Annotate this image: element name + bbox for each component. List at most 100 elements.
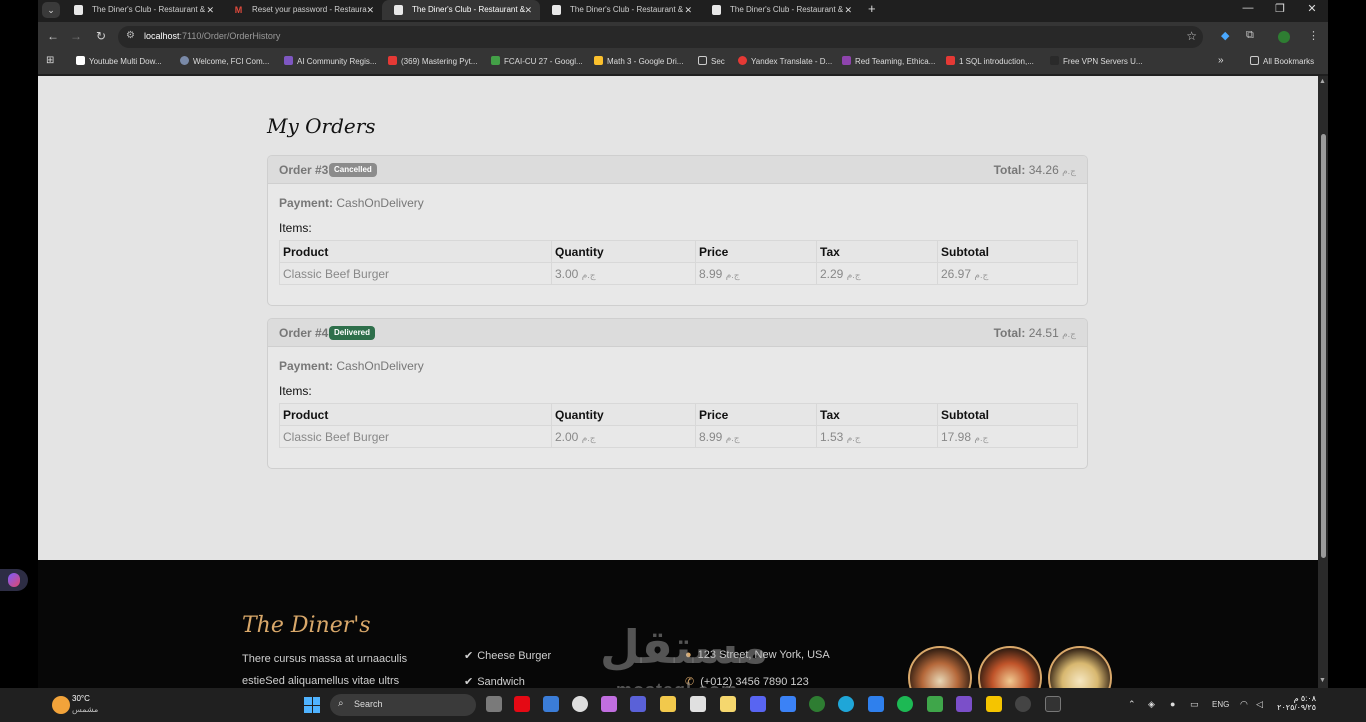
page-viewport: My Orders Order #3 Cancelled Total: 34.2…	[38, 76, 1318, 688]
page-scrollbar[interactable]: ▲ ▼	[1318, 76, 1328, 688]
currency-symbol: ج.م	[581, 432, 596, 443]
watermark-arabic: مستقل	[600, 620, 769, 674]
close-icon[interactable]: ✕	[206, 0, 214, 20]
currency-symbol: ج.م	[581, 269, 596, 280]
url-text[interactable]: localhost:7110/Order/OrderHistory	[144, 31, 280, 41]
task-view-icon[interactable]	[486, 696, 502, 712]
close-icon[interactable]: ✕	[684, 0, 692, 20]
col-tax: Tax	[816, 240, 938, 263]
footer-link-sandwich[interactable]: ✔ Sandwich	[464, 675, 525, 688]
minimize-icon[interactable]: —	[1238, 2, 1258, 14]
window-close-icon[interactable]: ✕	[1302, 2, 1322, 15]
edge-icon[interactable]	[838, 696, 854, 712]
sticky-notes-icon[interactable]	[720, 696, 736, 712]
subtotal-value: 26.97	[941, 266, 972, 281]
address-bar[interactable]: ⚙ localhost:7110/Order/OrderHistory ☆	[118, 26, 1203, 48]
tax-value: 2.29	[820, 266, 844, 281]
scroll-thumb[interactable]	[1321, 134, 1326, 558]
close-icon[interactable]: ✕	[524, 0, 532, 20]
vscode-icon[interactable]	[868, 696, 884, 712]
currency-symbol: ج.م	[725, 432, 740, 443]
todo-icon[interactable]	[780, 696, 796, 712]
currency-symbol: ج.م	[974, 432, 989, 443]
order-number: Order #3	[279, 163, 329, 177]
taskbar-search[interactable]: ⌕ Search	[330, 694, 476, 716]
wifi-icon[interactable]: ◠	[1240, 699, 1248, 710]
back-icon[interactable]: ←	[45, 29, 61, 43]
file-explorer-icon[interactable]	[660, 696, 676, 712]
mail-icon[interactable]	[543, 696, 559, 712]
tab-3-active[interactable]: The Diner's Club - Restaurant & ✕	[382, 0, 540, 20]
total-label: Total:	[993, 163, 1026, 177]
new-tab-icon[interactable]: +	[868, 1, 876, 16]
tab-search-icon[interactable]: ⌄	[42, 2, 60, 18]
tab-2[interactable]: M Reset your password - Restaura ✕	[222, 0, 382, 20]
reload-icon[interactable]: ↻	[93, 29, 109, 43]
copilot-icon[interactable]	[601, 696, 617, 712]
floating-assistant-button[interactable]	[0, 569, 28, 591]
footer-link-cheese-burger[interactable]: ✔ Cheese Burger	[464, 649, 551, 662]
bookmark-7[interactable]: Yandex Translate - D...	[738, 56, 832, 66]
tab-5[interactable]: The Diner's Club - Restaurant & ✕	[700, 0, 860, 20]
bookmark-10[interactable]: Free VPN Servers U...	[1050, 56, 1143, 66]
power-bi-icon[interactable]	[986, 696, 1002, 712]
bookmark-5[interactable]: FCAI-CU 27 - Googl...	[491, 56, 583, 66]
clock-app-icon[interactable]	[572, 696, 588, 712]
bookmark-star-icon[interactable]: ☆	[1186, 29, 1197, 43]
netflix-icon[interactable]	[514, 696, 530, 712]
page-title: My Orders	[267, 114, 376, 138]
visual-studio-icon[interactable]	[956, 696, 972, 712]
page-icon	[552, 5, 561, 15]
tab-4[interactable]: The Diner's Club - Restaurant & ✕	[540, 0, 700, 20]
site-info-icon[interactable]: ⚙	[126, 30, 135, 41]
keyboard-icon[interactable]: ▭	[1190, 699, 1199, 710]
extensions-puzzle-icon[interactable]: ⧉	[1246, 29, 1254, 42]
bookmark-3[interactable]: AI Community Regis...	[284, 56, 377, 66]
tab-label: The Diner's Club - Restaurant &	[730, 5, 844, 14]
spotify-icon[interactable]	[897, 696, 913, 712]
items-label: Items:	[279, 384, 312, 398]
all-bookmarks[interactable]: All Bookmarks	[1250, 56, 1314, 66]
bookmark-6[interactable]: Math 3 - Google Dri...	[594, 56, 683, 66]
bookmark-2[interactable]: Welcome, FCI Com...	[180, 56, 269, 66]
start-windows-icon[interactable]	[304, 697, 320, 713]
cell-price: 8.99 ج.م	[695, 425, 817, 448]
weather-sun-icon[interactable]	[52, 696, 70, 714]
bookmark-1[interactable]: Youtube Multi Dow...	[76, 56, 162, 66]
tray-chevron-icon[interactable]: ⌃	[1128, 699, 1136, 710]
tray-app-icon[interactable]: ◈	[1148, 699, 1155, 710]
store-icon[interactable]	[690, 696, 706, 712]
apps-grid-icon[interactable]: ⊞	[46, 55, 54, 66]
bookmark-label: Welcome, FCI Com...	[193, 57, 270, 66]
terminal-icon[interactable]	[1045, 696, 1061, 712]
cell-subtotal: 26.97 ج.م	[937, 262, 1078, 285]
restore-icon[interactable]: ❐	[1270, 2, 1290, 15]
yandex-icon	[738, 56, 747, 65]
bookmark-folder-sec[interactable]: Sec	[698, 56, 725, 66]
microphone-icon[interactable]: ●	[1170, 699, 1175, 709]
system-clock[interactable]: ٥:٠٨ م ٢٠٢٥/٠٩/٢٥	[1276, 694, 1316, 712]
excel-icon[interactable]	[927, 696, 943, 712]
bookmark-9[interactable]: 1 SQL introduction,...	[946, 56, 1034, 66]
tab-1[interactable]: The Diner's Club - Restaurant & ✕	[62, 0, 222, 20]
forward-icon[interactable]: →	[68, 29, 84, 43]
scroll-up-icon[interactable]: ▲	[1319, 78, 1326, 85]
close-icon[interactable]: ✕	[844, 0, 852, 20]
payment-label: Payment:	[279, 359, 334, 373]
menu-kebab-icon[interactable]: ⋮	[1308, 29, 1319, 42]
scroll-down-icon[interactable]: ▼	[1319, 677, 1326, 684]
bookmark-8[interactable]: Red Teaming, Ethica...	[842, 56, 935, 66]
extension-icon[interactable]: ◆	[1221, 29, 1229, 42]
volume-icon[interactable]: ◁	[1256, 699, 1263, 710]
assistant-icon	[8, 573, 20, 587]
close-icon[interactable]: ✕	[366, 0, 374, 20]
bookmark-label: Red Teaming, Ethica...	[855, 57, 936, 66]
bookmark-4[interactable]: (369) Mastering Pyt...	[388, 56, 477, 66]
teams-icon[interactable]	[630, 696, 646, 712]
discord-icon[interactable]	[750, 696, 766, 712]
github-icon[interactable]	[1015, 696, 1031, 712]
more-bookmarks-icon[interactable]: »	[1218, 55, 1224, 66]
chrome-icon[interactable]	[809, 696, 825, 712]
language-indicator[interactable]: ENG	[1212, 700, 1229, 709]
profile-avatar[interactable]	[1278, 31, 1290, 43]
